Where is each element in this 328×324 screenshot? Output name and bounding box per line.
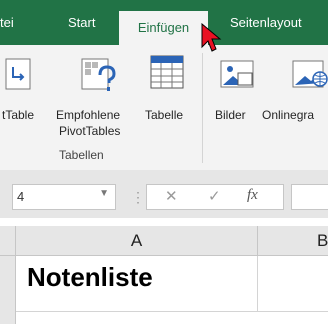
- column-header-a[interactable]: A: [16, 226, 258, 256]
- ribbon-tab-bar: tei Start Einfügen Seitenlayout: [0, 0, 328, 45]
- name-box-value: 4: [17, 189, 25, 204]
- row-header[interactable]: [0, 256, 16, 324]
- ribbon-panel: tTable Empfohlene PivotTables Tabelle Ta…: [0, 45, 328, 171]
- tab-seitenlayout[interactable]: Seitenlayout: [230, 0, 328, 45]
- cell-a1-text: Notenliste: [27, 262, 153, 292]
- column-header-b[interactable]: B: [258, 226, 328, 256]
- pivottable-icon: [5, 58, 31, 90]
- insert-function-icon[interactable]: fx: [247, 187, 258, 204]
- tabelle-label: Tabelle: [145, 108, 184, 122]
- mouse-pointer-icon: [201, 23, 222, 52]
- tab-datei-label: tei: [0, 15, 14, 30]
- tab-start-label: Start: [68, 15, 96, 30]
- tab-start[interactable]: Start: [68, 0, 113, 45]
- ribbon-group-separator: [202, 53, 203, 163]
- empfohlene-label-2: PivotTables: [59, 124, 121, 138]
- table-icon: [150, 55, 184, 89]
- tab-datei[interactable]: tei: [0, 0, 60, 45]
- online-picture-icon: [292, 60, 328, 88]
- picture-icon: [220, 60, 254, 88]
- onlinegrafiken-label: Onlinegra: [262, 108, 315, 122]
- name-box[interactable]: 4 ▼: [12, 184, 116, 210]
- select-all-corner[interactable]: [0, 226, 16, 256]
- pivottable-label: tTable: [2, 108, 35, 122]
- formula-input[interactable]: [291, 184, 328, 210]
- group-label-tabellen: Tabellen: [59, 148, 104, 162]
- cell-b1[interactable]: [258, 256, 328, 312]
- cancel-icon[interactable]: ✕: [165, 187, 178, 205]
- formula-bar: 4 ▼ ⋮ ✕ ✓ fx: [0, 170, 328, 218]
- empfohlene-label-1: Empfohlene: [56, 108, 121, 122]
- enter-icon[interactable]: ✓: [208, 187, 221, 205]
- tab-seitenlayout-label: Seitenlayout: [230, 15, 302, 30]
- chevron-down-icon[interactable]: ▼: [99, 188, 109, 199]
- bilder-label: Bilder: [215, 108, 246, 122]
- recommended-pivottable-icon: [81, 58, 116, 91]
- formula-buttons: ✕ ✓ fx: [146, 184, 284, 210]
- formula-bar-grip[interactable]: ⋮: [131, 189, 145, 209]
- tab-einfuegen[interactable]: Einfügen: [119, 11, 208, 45]
